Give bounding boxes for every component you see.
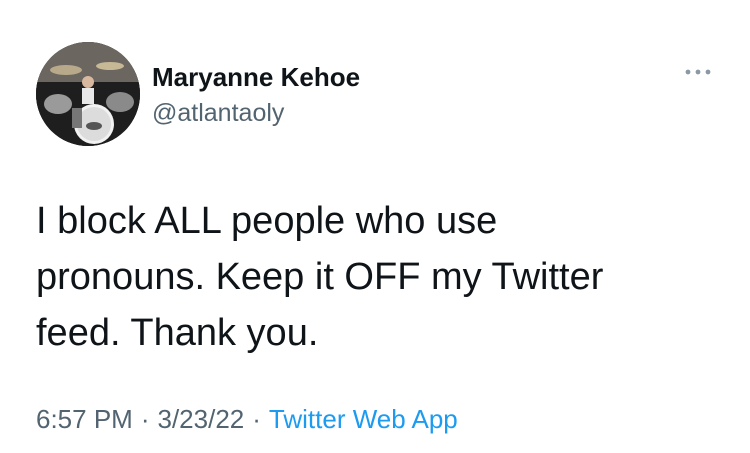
more-options-icon — [685, 69, 711, 75]
tweet-card: Maryanne Kehoe @atlantaoly I block ALL p… — [0, 0, 750, 453]
author-display-name[interactable]: Maryanne Kehoe — [152, 62, 360, 93]
meta-separator: · — [252, 404, 261, 434]
meta-separator: · — [140, 404, 150, 434]
avatar[interactable] — [36, 42, 140, 146]
tweet-text: I block ALL people who use pronouns. Kee… — [36, 200, 604, 354]
more-options-button[interactable] — [678, 60, 718, 84]
tweet-date[interactable]: 3/23/22 — [158, 404, 245, 434]
drum-kit-photo-icon — [36, 42, 140, 146]
author-handle[interactable]: @atlantaoly — [152, 99, 284, 128]
tweet-time[interactable]: 6:57 PM — [36, 404, 133, 434]
tweet-metadata: 6:57 PM · 3/23/22 · Twitter Web App — [36, 404, 458, 435]
tweet-source-link[interactable]: Twitter Web App — [269, 404, 458, 434]
